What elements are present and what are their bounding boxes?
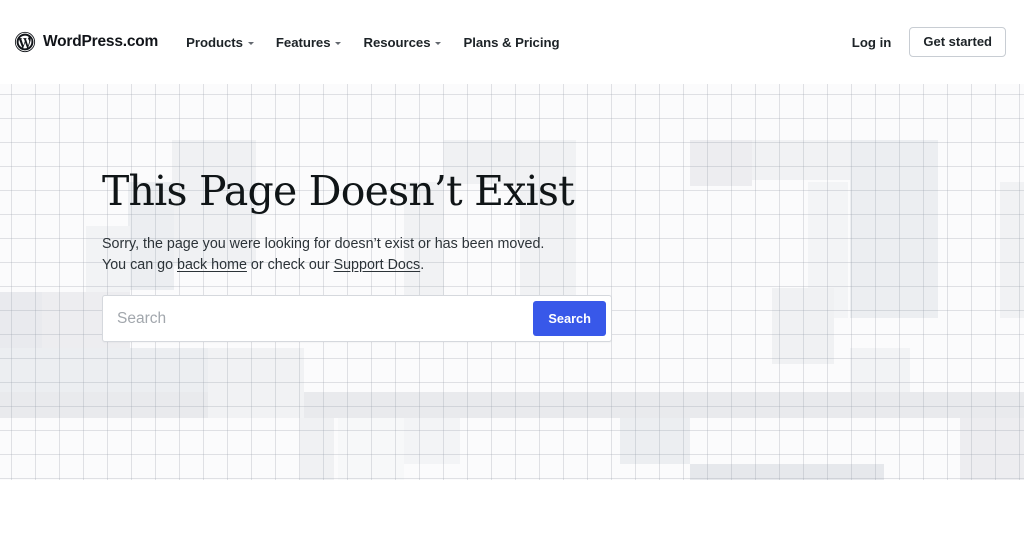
error-description: Sorry, the page you were looking for doe… [102,234,662,275]
user-nav: Log in Get started [852,26,1006,58]
chevron-down-icon [247,41,254,45]
search-submit-button[interactable]: Search [533,301,606,337]
nav-item-products[interactable]: Products [186,31,254,54]
page-title: This Page Doesn’t Exist [102,167,575,215]
error-description-line1: Sorry, the page you were looking for doe… [102,236,545,253]
chevron-down-icon [335,41,342,45]
search-form: Search [102,295,612,343]
nav-item-plans-and-pricing[interactable]: Plans & Pricing [463,31,559,54]
page-root: WordPress.com Products Features Resource… [0,0,1024,536]
get-started-button[interactable]: Get started [909,26,1006,58]
hero-bottom-spacer [0,480,1024,508]
nav-item-label: Features [275,34,331,50]
site-header: WordPress.com Products Features Resource… [0,0,1024,84]
nav-item-label: Products [186,34,243,50]
error-description-line2-middle: or check our [246,256,334,273]
error-description-line2-suffix: . [420,256,425,273]
nav-item-label: Plans & Pricing [463,34,560,50]
support-docs-link[interactable]: Support Docs [334,257,421,273]
primary-nav: Products Features Resources Plans & Pric… [186,31,852,54]
nav-item-resources[interactable]: Resources [363,31,442,54]
hero-content: This Page Doesn’t Exist Sorry, the page … [0,84,1024,343]
wordpress-logo-icon [14,31,36,53]
search-input[interactable] [103,296,534,342]
hero-section: This Page Doesn’t Exist Sorry, the page … [0,84,1024,508]
log-in-link[interactable]: Log in [852,35,892,50]
error-description-line2-prefix: You can go [102,256,177,273]
brand-name: WordPress.com [43,33,159,50]
nav-item-label: Resources [363,34,431,50]
nav-item-features[interactable]: Features [276,31,342,54]
brand-home-link[interactable]: WordPress.com [14,31,158,53]
chevron-down-icon [435,41,442,45]
back-home-link[interactable]: back home [177,257,247,273]
